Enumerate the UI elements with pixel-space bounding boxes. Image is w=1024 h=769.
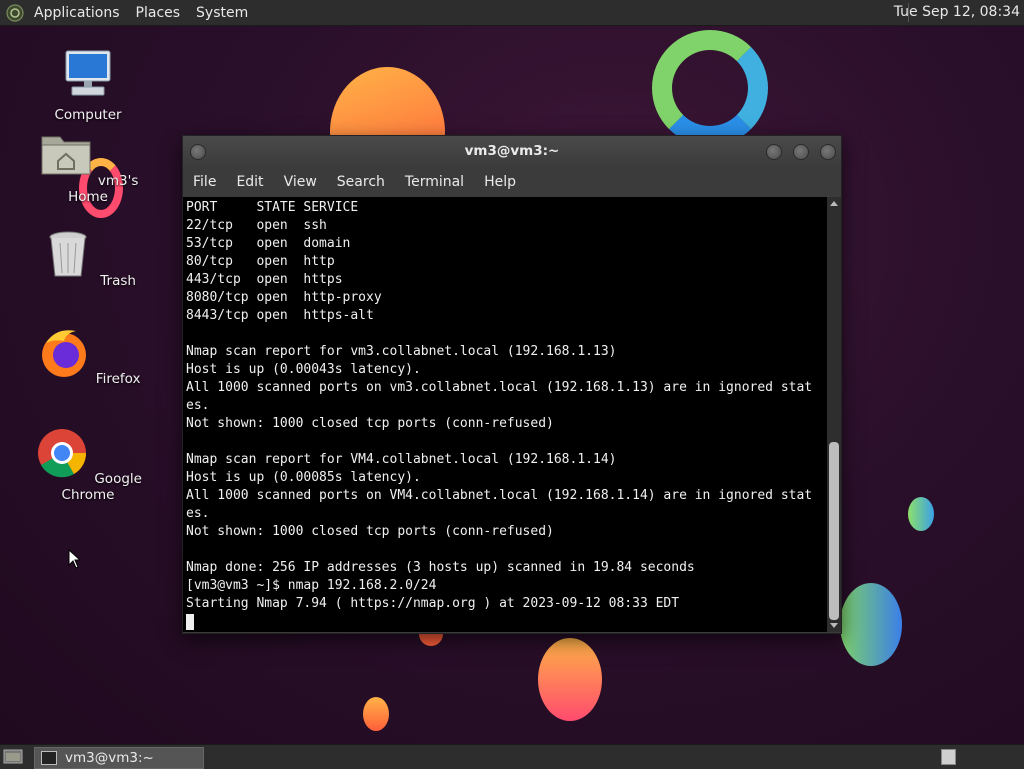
desktop-icon-home[interactable]: vm3's Home (33, 127, 143, 205)
close-button[interactable] (820, 144, 836, 160)
scroll-down-icon[interactable] (830, 623, 838, 628)
terminal-output[interactable]: PORT STATE SERVICE 22/tcp open ssh 53/tcp … (183, 197, 827, 632)
desktop-icon-computer[interactable]: Computer (33, 45, 143, 123)
show-desktop-icon[interactable] (3, 748, 23, 765)
menu-help[interactable]: Help (474, 174, 526, 190)
menu-terminal[interactable]: Terminal (395, 174, 474, 190)
wallpaper-green-blob (908, 497, 934, 531)
terminal-line: PORT STATE SERVICE (186, 200, 359, 215)
wallpaper-gradient-blob (840, 583, 902, 666)
menu-view[interactable]: View (274, 174, 327, 190)
menu-search[interactable]: Search (327, 174, 395, 190)
terminal-line: Nmap done: 256 IP addresses (3 hosts up)… (186, 560, 695, 575)
mouse-pointer-icon (68, 549, 80, 569)
desktop-icon-label: Firefox (95, 371, 141, 387)
taskbar-item-terminal[interactable]: vm3@vm3:~ (34, 747, 204, 769)
minimize-button[interactable] (766, 144, 782, 160)
terminal-icon (41, 751, 57, 765)
terminal-line: Nmap scan report for VM4.collabnet.local… (186, 452, 617, 467)
wallpaper-ring (652, 30, 768, 146)
firefox-icon (41, 330, 86, 377)
menu-edit[interactable]: Edit (226, 174, 273, 190)
bottom-panel: vm3@vm3:~ (0, 744, 1024, 769)
terminal-line: 80/tcp open http (186, 254, 335, 269)
menu-system[interactable]: System (196, 5, 248, 21)
desktop-icon-firefox[interactable]: Firefox (33, 325, 143, 387)
window-title: vm3@vm3:~ (464, 143, 560, 159)
trash-icon (49, 231, 87, 277)
home-folder-icon (41, 136, 91, 175)
menu-file[interactable]: File (183, 174, 226, 190)
computer-icon (65, 50, 111, 96)
terminal-line: Not shown: 1000 closed tcp ports (conn-r… (186, 416, 554, 431)
terminal-line: Host is up (0.00085s latency). (186, 470, 421, 485)
distro-logo-icon[interactable] (6, 3, 24, 22)
window-titlebar[interactable]: vm3@vm3:~ (183, 136, 841, 167)
scroll-up-icon[interactable] (830, 201, 838, 206)
desktop-icon-label: Trash (100, 273, 136, 289)
terminal-menubar: File Edit View Search Terminal Help (183, 167, 841, 197)
terminal-line: 8443/tcp open https-alt (186, 308, 374, 323)
taskbar-item-label: vm3@vm3:~ (65, 750, 154, 766)
terminal-cursor (186, 613, 194, 630)
terminal-line: 22/tcp open ssh (186, 218, 327, 233)
chrome-icon (38, 429, 87, 478)
terminal-line: Not shown: 1000 closed tcp ports (conn-r… (186, 524, 554, 539)
terminal-line: es. (186, 506, 210, 521)
clock[interactable]: Tue Sep 12, 08:34 (894, 0, 1020, 25)
desktop-icon-trash[interactable]: Trash (33, 227, 143, 289)
terminal-cursor-line (186, 613, 827, 631)
terminal-scrollbar[interactable] (827, 197, 841, 632)
terminal-line: [vm3@vm3 ~]$ nmap 192.168.2.0/24 (186, 578, 437, 593)
terminal-line: All 1000 scanned ports on VM4.collabnet.… (186, 488, 813, 503)
scrollbar-thumb[interactable] (829, 442, 839, 620)
terminal-line: 53/tcp open domain (186, 236, 351, 251)
top-panel: Applications Places System Tue Sep 12, 0… (0, 0, 1024, 26)
wallpaper-orange-blob-3 (363, 697, 389, 731)
terminal-line: Starting Nmap 7.94 ( https://nmap.org ) … (186, 596, 680, 611)
terminal-line: es. (186, 398, 210, 413)
terminal-line: 443/tcp open https (186, 272, 343, 287)
workspace-switcher[interactable] (941, 749, 956, 765)
wallpaper-orange-blob-2 (538, 638, 602, 721)
terminal-window: vm3@vm3:~ File Edit View Search Terminal… (182, 135, 842, 634)
menu-places[interactable]: Places (136, 5, 181, 21)
terminal-line: All 1000 scanned ports on vm3.collabnet.… (186, 380, 813, 395)
menu-applications[interactable]: Applications (34, 5, 120, 21)
terminal-line: Nmap scan report for vm3.collabnet.local… (186, 344, 617, 359)
terminal-line: Host is up (0.00043s latency). (186, 362, 421, 377)
desktop-icon-chrome[interactable]: Google Chrome (33, 425, 143, 503)
maximize-button[interactable] (793, 144, 809, 160)
desktop-icon-label: Computer (54, 107, 122, 123)
terminal-line: 8080/tcp open http-proxy (186, 290, 382, 305)
